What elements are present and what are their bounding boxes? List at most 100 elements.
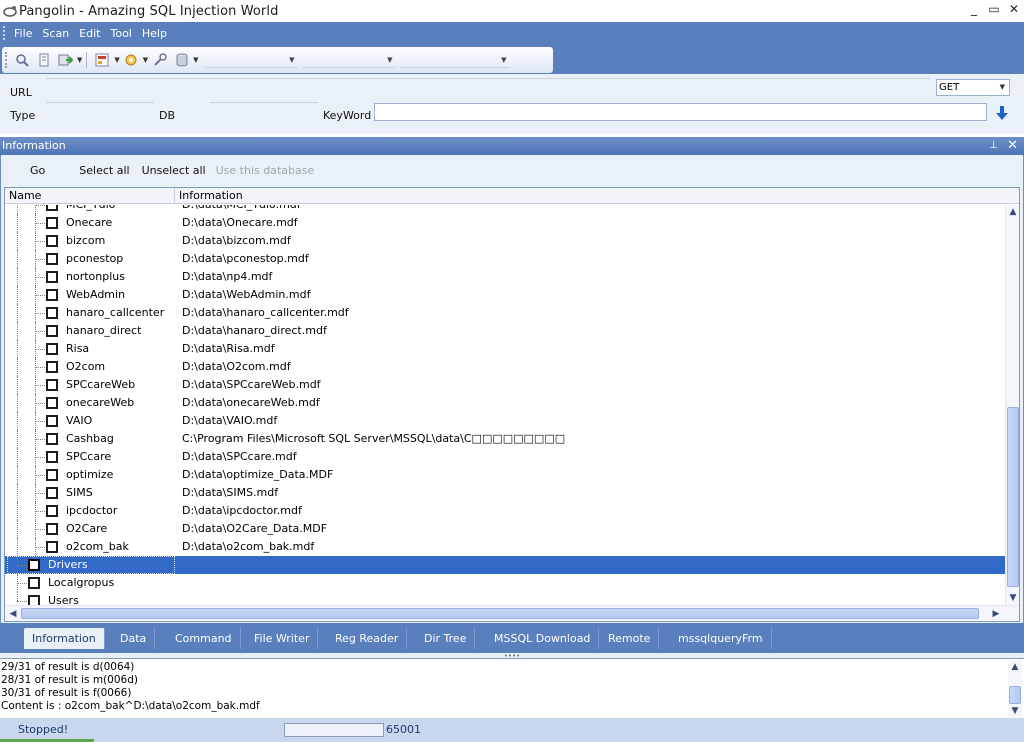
tree-row[interactable]: ipcdoctor D:\data\ipcdoctor.mdf [5, 502, 1005, 520]
arrow-down-icon[interactable] [993, 104, 1011, 122]
export-icon[interactable] [56, 50, 76, 70]
vertical-scrollbar[interactable]: ▲ ▼ [1005, 205, 1019, 605]
checkbox[interactable] [46, 361, 58, 373]
tree-row[interactable]: nortonplus D:\data\np4.mdf [5, 268, 1005, 286]
select-all-button[interactable]: Select all [74, 164, 134, 177]
checkbox[interactable] [46, 343, 58, 355]
panel-close-icon[interactable]: ✕ [1007, 137, 1018, 155]
column-information-header[interactable]: Information [175, 188, 1019, 204]
wrench-icon[interactable] [150, 50, 170, 70]
tree-node-users[interactable]: Users [5, 592, 1005, 605]
log-scroll-down-icon[interactable]: ▼ [1008, 704, 1022, 718]
tree-node-drivers[interactable]: Drivers [5, 556, 1005, 574]
menu-edit[interactable]: Edit [74, 27, 105, 40]
scroll-left-icon[interactable]: ◀ [6, 607, 20, 621]
checkbox[interactable] [46, 325, 58, 337]
checkbox[interactable] [46, 451, 58, 463]
menu-file[interactable]: File [9, 27, 37, 40]
database-dropdown-arrow[interactable]: ▼ [193, 56, 198, 64]
pin-icon[interactable]: ⊥ [989, 137, 998, 155]
checkbox[interactable] [46, 523, 58, 535]
scroll-down-icon[interactable]: ▼ [1006, 591, 1019, 605]
log-scrollbar[interactable]: ▲ ▼ [1008, 660, 1022, 718]
menu-tool[interactable]: Tool [105, 27, 136, 40]
tree-row[interactable]: O2com D:\data\O2com.mdf [5, 358, 1005, 376]
tree-row[interactable]: WebAdmin D:\data\WebAdmin.mdf [5, 286, 1005, 304]
tree-row[interactable]: hanaro_callcenter D:\data\hanaro_callcent… [5, 304, 1005, 322]
method-select[interactable]: GET ▼ [936, 79, 1010, 96]
use-database-button[interactable]: Use this database [211, 164, 320, 177]
search-icon[interactable] [12, 50, 32, 70]
checkbox[interactable] [46, 235, 58, 247]
log-scroll-up-icon[interactable]: ▲ [1008, 660, 1022, 674]
tree-row[interactable]: o2com_bak D:\data\o2com_bak.mdf [5, 538, 1005, 556]
horizontal-scroll-thumb[interactable] [21, 608, 979, 619]
tree-node-localgropus[interactable]: Localgropus [5, 574, 1005, 592]
horizontal-scrollbar[interactable]: ◀ ▶ [5, 605, 1019, 621]
report-dropdown-arrow[interactable]: ▼ [114, 56, 119, 64]
tree-row[interactable]: VAIO D:\data\VAIO.mdf [5, 412, 1005, 430]
go-button[interactable]: Go [25, 164, 50, 177]
tree-row[interactable]: MCI_Tdlo D:\data\MCI_Tdlo.mdf [5, 205, 1005, 214]
tab-reg-reader[interactable]: Reg Reader [327, 628, 408, 649]
tree-row[interactable]: Cashbag C:\Program Files\Microsoft SQL Se… [5, 430, 1005, 448]
tree-row[interactable]: optimize D:\data\optimize_Data.MDF [5, 466, 1005, 484]
export-dropdown-arrow[interactable]: ▼ [77, 56, 82, 64]
checkbox[interactable] [46, 253, 58, 265]
scroll-up-icon[interactable]: ▲ [1006, 205, 1019, 219]
checkbox[interactable] [46, 487, 58, 499]
checkbox[interactable] [46, 289, 58, 301]
unselect-all-button[interactable]: Unselect all [137, 164, 211, 177]
tab-dir-tree[interactable]: Dir Tree [416, 628, 476, 649]
toolbar-combo-3[interactable]: ▼ [400, 52, 509, 68]
settings-dropdown-arrow[interactable]: ▼ [143, 56, 148, 64]
checkbox[interactable] [46, 379, 58, 391]
tab-mssql-download[interactable]: MSSQL Download [486, 628, 600, 649]
toolbar-combo-2[interactable]: ▼ [302, 52, 395, 68]
type-field[interactable] [46, 102, 154, 103]
checkbox[interactable] [46, 415, 58, 427]
tab-command[interactable]: Command [167, 628, 241, 649]
column-name-header[interactable]: Name [5, 188, 175, 204]
minimize-button[interactable]: _ [964, 0, 984, 18]
tree-row[interactable]: Risa D:\data\Risa.mdf [5, 340, 1005, 358]
tree-row[interactable]: SPCcareWeb D:\data\SPCcareWeb.mdf [5, 376, 1005, 394]
scroll-right-icon[interactable]: ▶ [989, 607, 1003, 621]
menu-help[interactable]: Help [137, 27, 172, 40]
settings-icon[interactable] [122, 50, 142, 70]
url-field[interactable] [46, 78, 930, 79]
vertical-scroll-thumb[interactable] [1007, 407, 1019, 587]
checkbox[interactable] [46, 469, 58, 481]
tab-file-writer[interactable]: File Writer [246, 628, 319, 649]
checkbox[interactable] [46, 217, 58, 229]
report-icon[interactable] [93, 50, 113, 70]
checkbox[interactable] [28, 595, 40, 605]
menu-scan[interactable]: Scan [37, 27, 74, 40]
close-button[interactable]: ✕ [1004, 0, 1024, 18]
keyword-input[interactable] [374, 103, 987, 121]
checkbox[interactable] [46, 397, 58, 409]
checkbox[interactable] [28, 559, 40, 571]
database-icon[interactable] [172, 50, 192, 70]
db-field[interactable] [210, 102, 318, 103]
tree-row[interactable]: SPCcare D:\data\SPCcare.mdf [5, 448, 1005, 466]
tab-information[interactable]: Information [24, 628, 105, 649]
tab-remote[interactable]: Remote [600, 628, 660, 649]
tree-row[interactable]: Onecare D:\data\Onecare.mdf [5, 214, 1005, 232]
tree-row[interactable]: onecareWeb D:\data\onecareWeb.mdf [5, 394, 1005, 412]
tab-mssqlqueryfrm[interactable]: mssqlqueryFrm [670, 628, 772, 649]
toolbar-combo-1[interactable]: ▼ [204, 52, 297, 68]
tree-row[interactable]: O2Care D:\data\O2Care_Data.MDF [5, 520, 1005, 538]
checkbox[interactable] [28, 577, 40, 589]
checkbox[interactable] [46, 205, 58, 211]
checkbox[interactable] [46, 505, 58, 517]
tree-row[interactable]: bizcom D:\data\bizcom.mdf [5, 232, 1005, 250]
tree-row[interactable]: hanaro_direct D:\data\hanaro_direct.mdf [5, 322, 1005, 340]
log-scroll-thumb[interactable] [1009, 686, 1021, 704]
checkbox[interactable] [46, 433, 58, 445]
tab-data[interactable]: Data [112, 628, 156, 649]
checkbox[interactable] [46, 307, 58, 319]
document-icon[interactable] [34, 50, 54, 70]
checkbox[interactable] [46, 271, 58, 283]
checkbox[interactable] [46, 541, 58, 553]
